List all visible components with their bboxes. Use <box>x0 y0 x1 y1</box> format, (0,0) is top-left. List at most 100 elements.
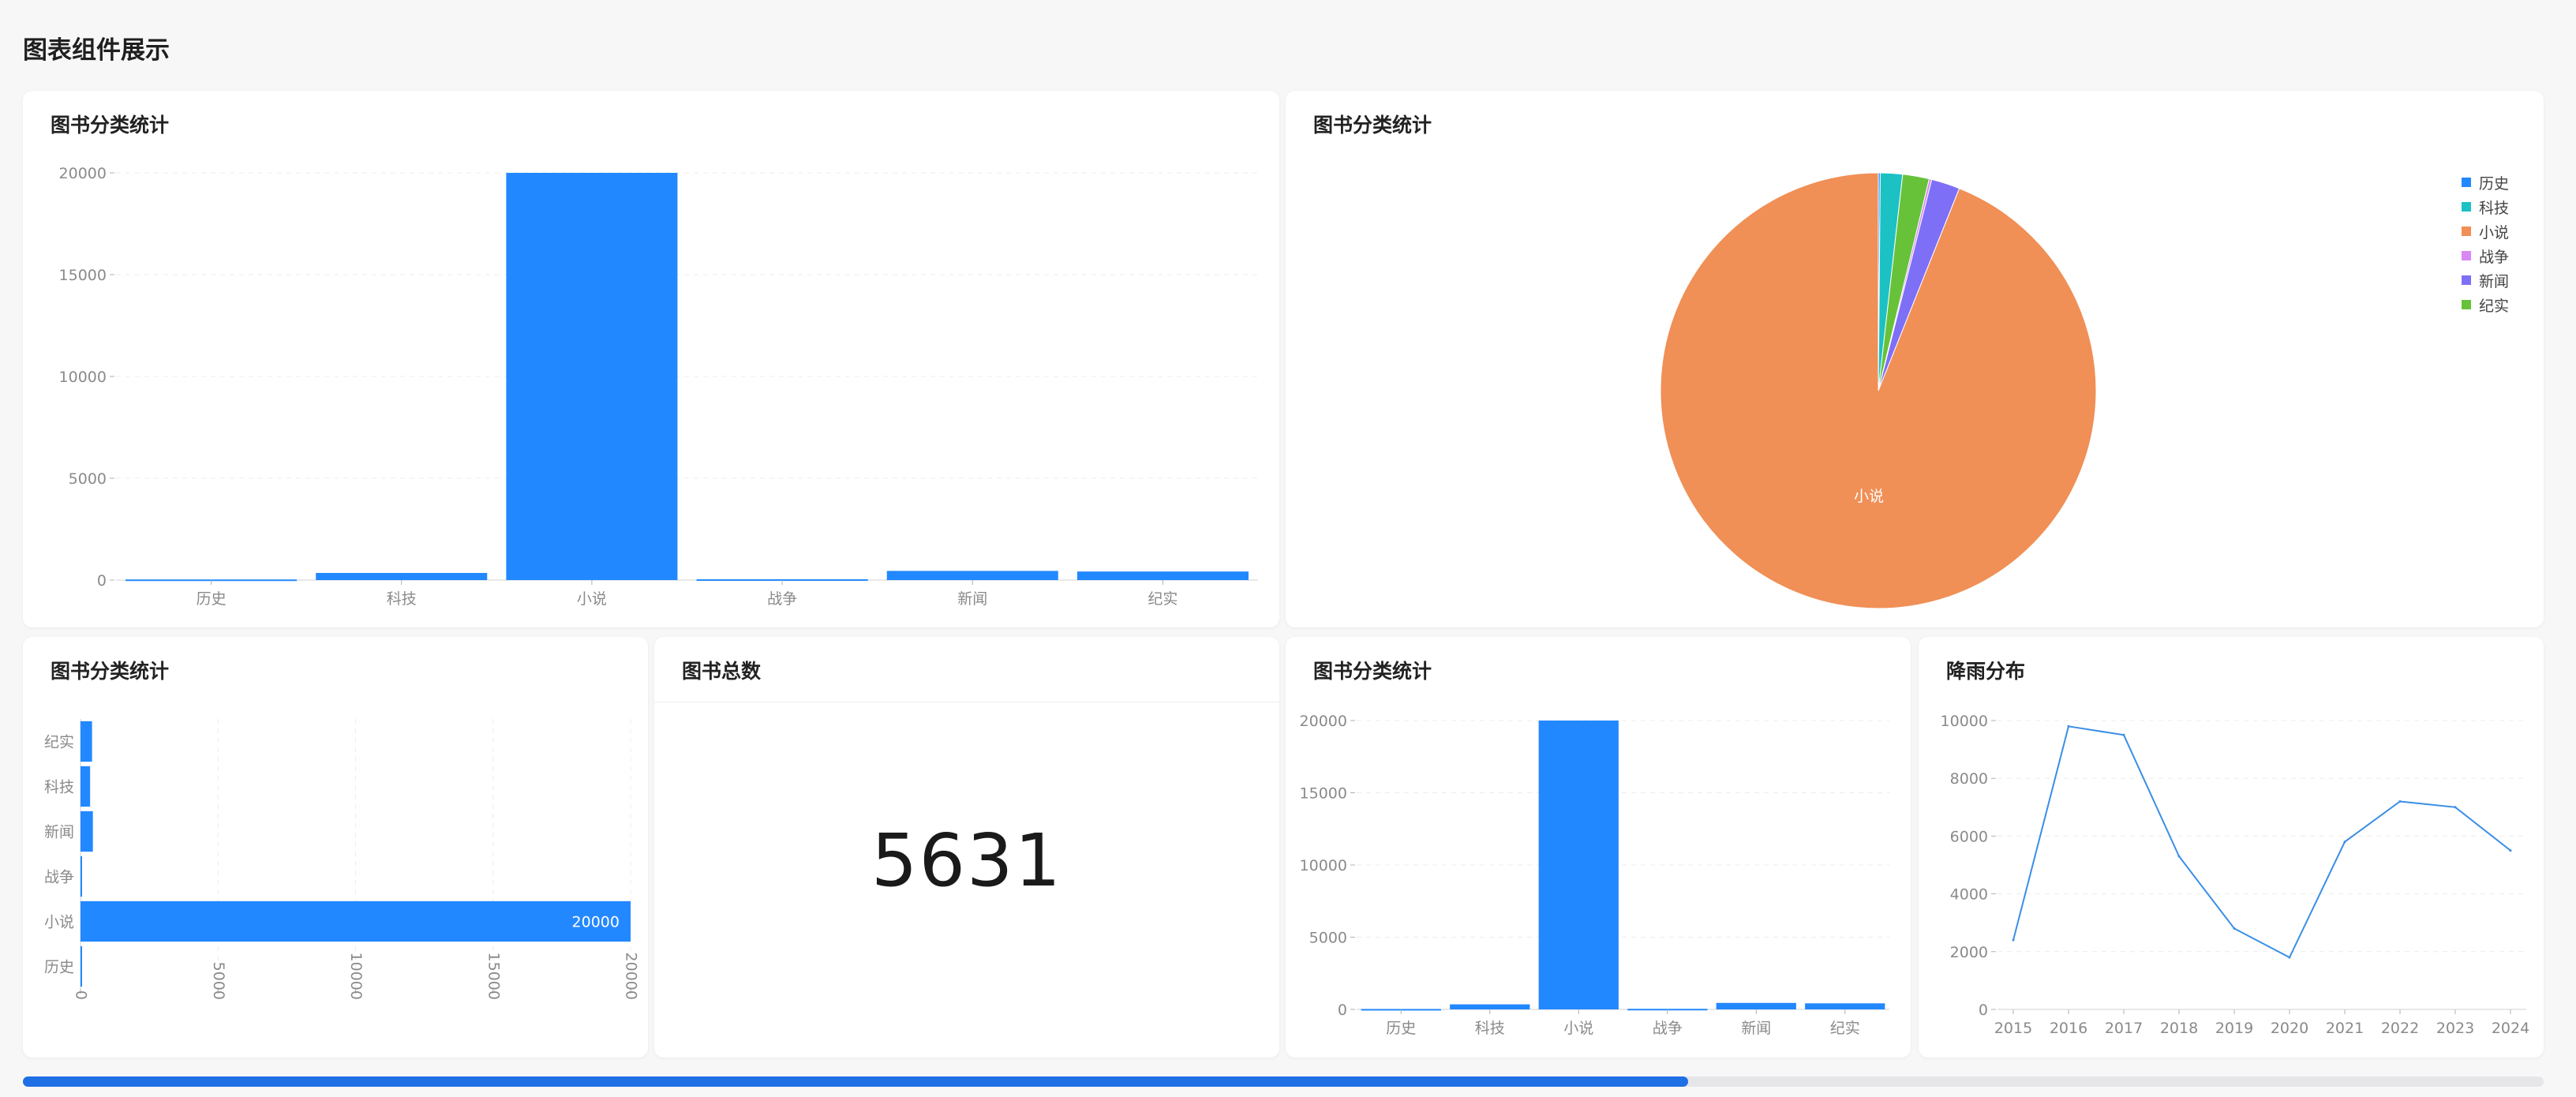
data-point <box>2454 806 2457 809</box>
x-tick-label: 20000 <box>623 953 640 1000</box>
y-tick-label: 纪实 <box>44 734 74 751</box>
y-tick-label: 0 <box>97 572 107 590</box>
bar <box>1805 1003 1885 1009</box>
data-point <box>2288 956 2291 959</box>
y-tick-label: 6000 <box>1950 828 1988 845</box>
y-tick-label: 15000 <box>1300 785 1347 803</box>
x-tick-label: 纪实 <box>1148 590 1178 608</box>
y-tick-label: 小说 <box>44 914 74 931</box>
x-tick-label: 小说 <box>1563 1020 1593 1037</box>
y-tick-label: 5000 <box>1309 930 1347 947</box>
legend-label: 历史 <box>2479 174 2510 193</box>
x-tick-label: 5000 <box>210 962 227 1000</box>
x-tick-label: 2018 <box>2160 1020 2198 1037</box>
x-tick-label: 10000 <box>347 953 365 1000</box>
bar <box>80 721 92 762</box>
legend-item[interactable]: 科技 <box>2462 197 2510 217</box>
page-title: 图表组件展示 <box>23 36 170 65</box>
x-tick-label: 2021 <box>2326 1020 2364 1037</box>
x-tick-label: 新闻 <box>957 590 987 608</box>
legend-swatch <box>2462 300 2471 309</box>
data-point <box>2177 855 2181 858</box>
bar <box>886 571 1058 580</box>
y-tick-label: 0 <box>1979 1002 1988 1019</box>
legend-label: 纪实 <box>2479 297 2510 315</box>
data-point <box>2012 938 2015 942</box>
y-tick-label: 战争 <box>44 869 74 886</box>
legend-item[interactable]: 历史 <box>2462 173 2510 193</box>
legend-item[interactable]: 新闻 <box>2462 271 2509 290</box>
y-tick-label: 10000 <box>1941 713 1988 730</box>
bar <box>506 173 678 580</box>
x-tick-label: 2015 <box>1994 1020 2032 1037</box>
rainfall-line <box>2012 725 2511 959</box>
card-book-total: 图书总数 5631 <box>654 637 1279 1058</box>
y-tick-label: 10000 <box>1300 857 1347 874</box>
card-book-category-hbar: 图书分类统计 0 5000 10000 15000 20000 历史 小说 20000 战争 新闻… <box>23 637 648 1058</box>
x-tick-label: 2020 <box>2271 1020 2308 1037</box>
x-tick-label: 2017 <box>2105 1020 2143 1037</box>
bar <box>80 856 82 897</box>
data-point <box>2509 849 2512 852</box>
bar <box>80 945 82 987</box>
y-tick-label: 10000 <box>59 369 107 386</box>
data-point <box>2233 927 2236 930</box>
data-point <box>2343 841 2346 844</box>
x-tick-label: 战争 <box>1653 1020 1683 1037</box>
bar <box>80 811 93 852</box>
card-title: 图书总数 <box>682 660 762 683</box>
x-tick-label: 纪实 <box>1830 1020 1860 1037</box>
bar <box>80 766 91 807</box>
x-tick-label: 战争 <box>767 590 797 608</box>
bar-chart-book-category-small: 0 5000 10000 15000 20000 历史 科技 小说 战争 新闻 纪实 <box>1300 713 1889 1037</box>
x-tick-label: 2019 <box>2215 1020 2253 1037</box>
legend-label: 新闻 <box>2479 272 2510 290</box>
legend-swatch <box>2462 202 2471 212</box>
legend-label: 科技 <box>2479 199 2510 217</box>
horizontal-bar-chart-book-category: 0 5000 10000 15000 20000 历史 小说 20000 战争 新闻 科技 纪实 <box>44 719 640 1000</box>
y-tick-label: 历史 <box>44 959 74 976</box>
x-tick-label: 历史 <box>1386 1020 1416 1037</box>
legend-item[interactable]: 小说 <box>2462 222 2509 241</box>
bar <box>1538 721 1619 1009</box>
data-point <box>2398 799 2402 803</box>
legend-label: 小说 <box>2479 223 2510 241</box>
pie-slice-label: 小说 <box>1854 488 1884 505</box>
y-tick-label: 8000 <box>1950 770 1988 788</box>
x-tick-label: 2023 <box>2436 1020 2474 1037</box>
y-tick-label: 20000 <box>1300 713 1347 730</box>
y-tick-label: 科技 <box>44 779 74 796</box>
scrollbar-thumb[interactable] <box>23 1076 1688 1087</box>
y-tick-label: 5000 <box>69 470 107 488</box>
y-tick-label: 新闻 <box>44 824 74 841</box>
bar <box>1450 1004 1530 1009</box>
x-tick-label: 科技 <box>1475 1020 1505 1037</box>
y-tick-label: 0 <box>1338 1002 1347 1019</box>
card-rainfall-distribution: 降雨分布 0 2000 4000 6000 8000 10000 2015 2016 2017 2… <box>1919 637 2544 1058</box>
legend-swatch <box>2462 275 2471 285</box>
y-tick-label: 15000 <box>59 267 107 284</box>
data-point <box>2122 733 2125 736</box>
legend-item[interactable]: 纪实 <box>2462 295 2510 315</box>
x-tick-label: 新闻 <box>1741 1020 1771 1037</box>
bar-value-label: 20000 <box>572 914 620 931</box>
data-point <box>2067 724 2070 728</box>
horizontal-scrollbar[interactable] <box>23 1076 2544 1087</box>
x-tick-label: 2022 <box>2381 1020 2419 1037</box>
line-chart-rainfall: 0 2000 4000 6000 8000 10000 2015 2016 2017 2018 20… <box>1941 713 2530 1037</box>
x-tick-label: 2024 <box>2492 1020 2529 1037</box>
x-tick-label: 科技 <box>387 590 417 608</box>
legend-label: 战争 <box>2479 248 2510 266</box>
card-book-category-bar: 图书分类统计 0 5000 10000 15000 20000 历史 科技 小说 战争 新闻 纪实 <box>23 91 1279 627</box>
pie-chart-book-category: 小说 <box>1660 172 2097 609</box>
legend-swatch <box>2462 251 2471 260</box>
book-total-value: 5631 <box>871 818 1063 903</box>
y-tick-label: 2000 <box>1950 944 1988 961</box>
y-tick-label: 4000 <box>1950 886 1988 904</box>
y-tick-label: 20000 <box>59 165 107 182</box>
x-tick-label: 小说 <box>577 590 607 608</box>
bar <box>1716 1002 1796 1009</box>
bar-chart-book-category: 0 5000 10000 15000 20000 历史 科技 小说 战争 新闻 纪实 <box>59 165 1258 608</box>
legend-item[interactable]: 战争 <box>2462 246 2510 266</box>
bar <box>316 572 488 580</box>
